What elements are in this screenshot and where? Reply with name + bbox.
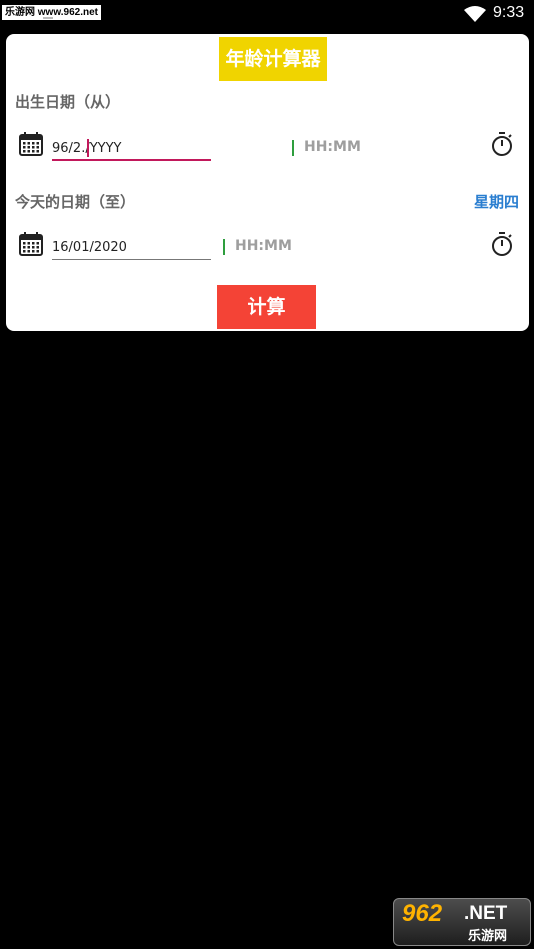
birth-date-input[interactable] <box>51 136 212 160</box>
birth-time-input[interactable]: HH:MM <box>292 137 382 159</box>
weekday-label: 星期四 <box>473 193 519 211</box>
notification-icon <box>43 17 53 19</box>
status-time: 9:33 <box>493 4 525 21</box>
birth-date-label: 出生日期（从） <box>15 93 121 111</box>
watermark-brand: 962 <box>402 900 443 927</box>
today-time-placeholder: HH:MM <box>235 238 292 254</box>
today-date-underline <box>52 259 211 260</box>
age-calculator-card: 年龄计算器 出生日期（从） HH:MM 今天的日期（至） 星期四 <box>6 34 529 331</box>
watermark-net: .NET <box>464 903 508 924</box>
today-time-input[interactable]: HH:MM <box>223 236 313 258</box>
stopwatch-icon[interactable] <box>490 231 514 257</box>
birth-time-placeholder: HH:MM <box>304 139 361 155</box>
status-bar: 乐游网 www.962.net 9:33 <box>0 0 534 28</box>
calendar-icon[interactable] <box>18 231 44 257</box>
watermark-logo: 962 .NET 乐游网 <box>393 898 531 946</box>
text-caret <box>87 139 89 157</box>
watermark-sub: 乐游网 <box>468 929 508 944</box>
today-date-input[interactable] <box>51 235 212 259</box>
stopwatch-icon[interactable] <box>490 131 514 157</box>
wifi-icon <box>464 6 486 22</box>
app-title: 年龄计算器 <box>219 37 327 81</box>
today-date-label: 今天的日期（至） <box>15 193 136 211</box>
calendar-icon[interactable] <box>18 131 44 157</box>
birth-date-underline <box>52 159 211 161</box>
calculate-button[interactable]: 计算 <box>217 285 316 329</box>
